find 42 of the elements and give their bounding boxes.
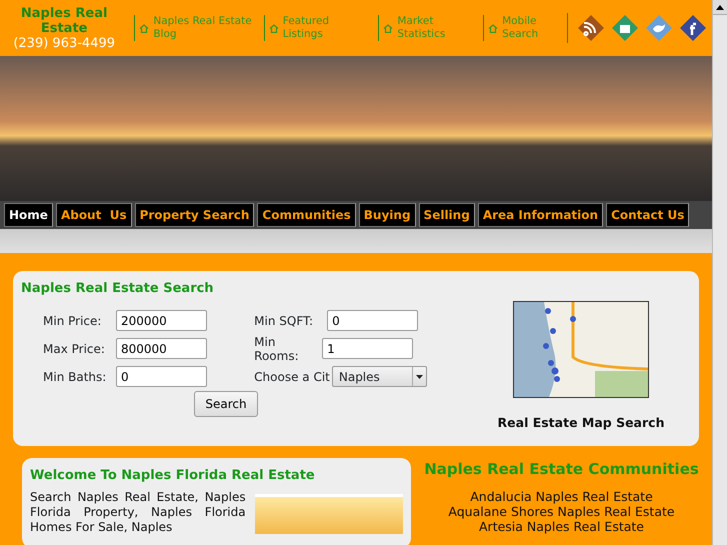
nav-tab[interactable]: About Us [56,203,132,227]
nav-tab[interactable]: Buying [358,203,416,227]
city-dropdown[interactable]: Naples [332,366,427,387]
nav-tab[interactable]: Contact Us [606,203,690,227]
field-label: Choose a Cit [254,370,330,384]
letter-icon[interactable] [678,13,708,43]
nav-tab[interactable]: Home [4,203,53,227]
scrollbar[interactable] [712,0,727,545]
phone-number: (239) 963-4499 [12,36,116,50]
up-arrow-icon[interactable] [716,4,724,10]
welcome-text: Search Naples Real Estate, Naples Florida Property, Naples Florida Homes For Sale, Naples [30,490,246,534]
input-field[interactable]: 1 [322,338,414,359]
community-link[interactable]: Artesia Naples Real Estate [411,518,712,534]
house-icon [488,24,498,32]
nav-tab[interactable]: Area Information [478,203,604,227]
input-field[interactable]: 200000 [116,310,207,331]
panel-heading: Naples Real Estate Search [21,280,215,298]
community-link[interactable]: Andalucia Naples Real Estate [411,488,712,504]
search-button[interactable]: Search [194,390,258,416]
field-label: Min Price: [43,314,102,328]
nav-tab[interactable]: Selling [418,203,475,227]
caret-icon [416,374,423,378]
panel-heading: Welcome To Naples Florida Real Estate [30,467,316,485]
community-link[interactable]: Aqualane Shores Naples Real Estate [411,504,712,518]
field-label: Min SQFT: [254,314,314,328]
field-label: Max Price: [43,342,106,356]
map-placeholder[interactable] [513,301,649,398]
nav-tab[interactable]: Property Search [134,203,254,227]
input-field[interactable]: 800000 [116,338,207,359]
house-icon [268,24,279,32]
map-caption[interactable]: Real Estate Map Search [471,414,691,433]
site-title: Naples Real Estate [20,6,108,36]
house-icon [383,24,394,32]
nav-tab[interactable]: Communities [257,203,356,227]
input-field[interactable]: 0 [327,310,418,331]
diamond-icon[interactable] [610,13,640,43]
rss-icon[interactable] [576,13,606,43]
section-heading: Naples Real Estate Communities [423,459,700,480]
input-field[interactable]: 0 [116,366,207,387]
field-label: Min Rooms: [254,334,300,362]
house-icon [139,24,150,32]
field-label: Min Baths: [43,370,108,384]
